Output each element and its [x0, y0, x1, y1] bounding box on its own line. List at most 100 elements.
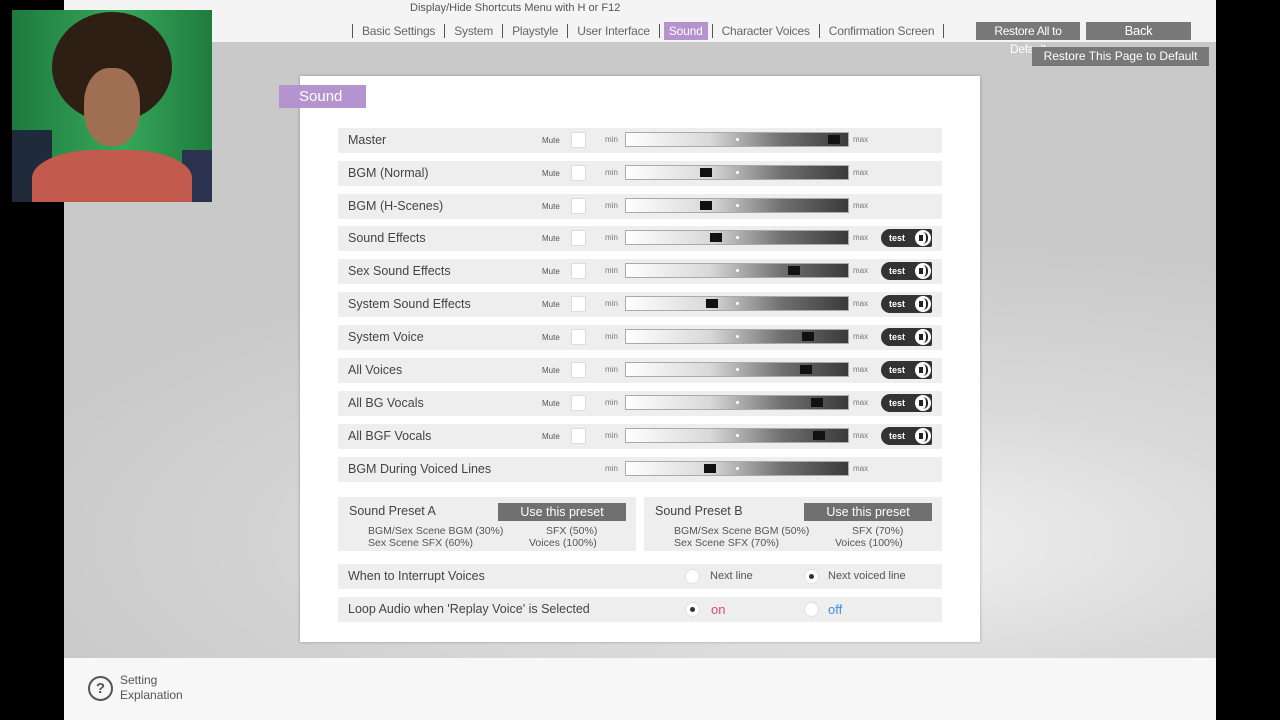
radio-option[interactable] [804, 602, 819, 617]
slider-knob[interactable] [800, 365, 812, 374]
mute-checkbox[interactable] [571, 329, 586, 345]
volume-row-label: System Voice [348, 330, 424, 344]
test-label: test [889, 233, 906, 243]
test-label: test [889, 398, 906, 408]
restore-page-button[interactable]: Restore This Page to Default [1032, 47, 1209, 66]
test-button[interactable]: test [881, 361, 932, 379]
mute-label: Mute [542, 136, 560, 145]
volume-slider[interactable] [625, 395, 849, 410]
min-label: min [605, 233, 618, 242]
max-label: max [853, 266, 869, 275]
slider-knob[interactable] [813, 431, 825, 440]
min-label: min [605, 168, 618, 177]
webcam-overlay [12, 10, 212, 202]
tab-basic-settings[interactable]: Basic Settings [357, 22, 440, 40]
tab-character-voices[interactable]: Character Voices [717, 22, 815, 40]
interrupt-label: When to Interrupt Voices [348, 569, 485, 583]
max-label: max [853, 233, 869, 242]
radio-option-label[interactable]: Next voiced line [828, 564, 906, 589]
slider-knob[interactable] [802, 332, 814, 341]
slider-center-dot [736, 171, 739, 174]
slider-knob[interactable] [706, 299, 718, 308]
slider-center-dot [736, 138, 739, 141]
tab-system[interactable]: System [449, 22, 498, 40]
radio-option-label[interactable]: off [828, 597, 842, 622]
mute-checkbox[interactable] [571, 230, 586, 246]
radio-option[interactable] [685, 602, 700, 617]
volume-slider[interactable] [625, 132, 849, 147]
volume-row-label: Sex Sound Effects [348, 264, 451, 278]
use-preset-button[interactable]: Use this preset [498, 503, 626, 521]
mute-label: Mute [542, 267, 560, 276]
question-icon[interactable]: ? [88, 676, 113, 701]
volume-slider[interactable] [625, 263, 849, 278]
mute-checkbox[interactable] [571, 263, 586, 279]
tab-separator [943, 24, 945, 38]
restore-all-button[interactable]: Restore All to Default [976, 22, 1080, 56]
slider-knob[interactable] [700, 201, 712, 210]
tab-confirmation-screen[interactable]: Confirmation Screen [824, 22, 940, 40]
preset-title: Sound Preset A [349, 504, 436, 518]
volume-slider[interactable] [625, 296, 849, 311]
shortcut-hint: Display/Hide Shortcuts Menu with H or F1… [410, 2, 621, 14]
test-button[interactable]: test [881, 427, 932, 445]
radio-option[interactable] [685, 569, 700, 584]
mute-label: Mute [542, 202, 560, 211]
min-label: min [605, 201, 618, 210]
volume-slider[interactable] [625, 428, 849, 443]
tab-sound[interactable]: Sound [663, 22, 708, 40]
slider-knob[interactable] [811, 398, 823, 407]
volume-slider[interactable] [625, 461, 849, 476]
back-button[interactable]: Back [1086, 22, 1191, 40]
min-label: min [605, 135, 618, 144]
slider-center-dot [736, 269, 739, 272]
test-label: test [889, 266, 906, 276]
tab-playstyle[interactable]: Playstyle [507, 22, 563, 40]
volume-row: All Voices Mute min max test [338, 358, 942, 383]
mute-label: Mute [542, 366, 560, 375]
use-preset-button[interactable]: Use this preset [804, 503, 932, 521]
mouse-cursor-icon [601, 106, 606, 117]
max-label: max [853, 365, 869, 374]
volume-row-label: Master [348, 133, 387, 147]
mute-checkbox[interactable] [571, 165, 586, 181]
slider-knob[interactable] [828, 135, 840, 144]
volume-slider[interactable] [625, 362, 849, 377]
tab-separator [711, 24, 713, 38]
mute-checkbox[interactable] [571, 428, 586, 444]
mute-checkbox[interactable] [571, 395, 586, 411]
slider-knob[interactable] [710, 233, 722, 242]
sound-panel: Master Mute min max BGM (Normal) Mute min max BG… [300, 76, 980, 642]
speaker-icon [915, 395, 931, 411]
slider-center-dot [736, 368, 739, 371]
speaker-icon [915, 362, 931, 378]
radio-option-label[interactable]: on [711, 597, 725, 622]
test-button[interactable]: test [881, 262, 932, 280]
test-button[interactable]: test [881, 229, 932, 247]
radio-option[interactable] [804, 569, 819, 584]
loop-row: Loop Audio when 'Replay Voice' is Select… [338, 597, 942, 622]
slider-center-dot [736, 434, 739, 437]
mute-label: Mute [542, 333, 560, 342]
setting-explanation-label[interactable]: Setting Explanation [120, 673, 200, 703]
slider-knob[interactable] [700, 168, 712, 177]
mute-checkbox[interactable] [571, 296, 586, 312]
slider-knob[interactable] [788, 266, 800, 275]
volume-slider[interactable] [625, 198, 849, 213]
tab-user-interface[interactable]: User Interface [572, 22, 655, 40]
volume-slider[interactable] [625, 165, 849, 180]
speaker-icon [915, 263, 931, 279]
volume-slider[interactable] [625, 230, 849, 245]
sound-preset: Sound Preset B Use this preset BGM/Sex Sce… [644, 497, 942, 551]
mute-checkbox[interactable] [571, 198, 586, 214]
mute-checkbox[interactable] [571, 362, 586, 378]
test-button[interactable]: test [881, 328, 932, 346]
radio-option-label[interactable]: Next line [710, 564, 753, 589]
game-settings-screen: Display/Hide Shortcuts Menu with H or F1… [64, 0, 1216, 720]
mute-checkbox[interactable] [571, 132, 586, 148]
max-label: max [853, 431, 869, 440]
test-button[interactable]: test [881, 394, 932, 412]
volume-slider[interactable] [625, 329, 849, 344]
slider-knob[interactable] [704, 464, 716, 473]
test-button[interactable]: test [881, 295, 932, 313]
